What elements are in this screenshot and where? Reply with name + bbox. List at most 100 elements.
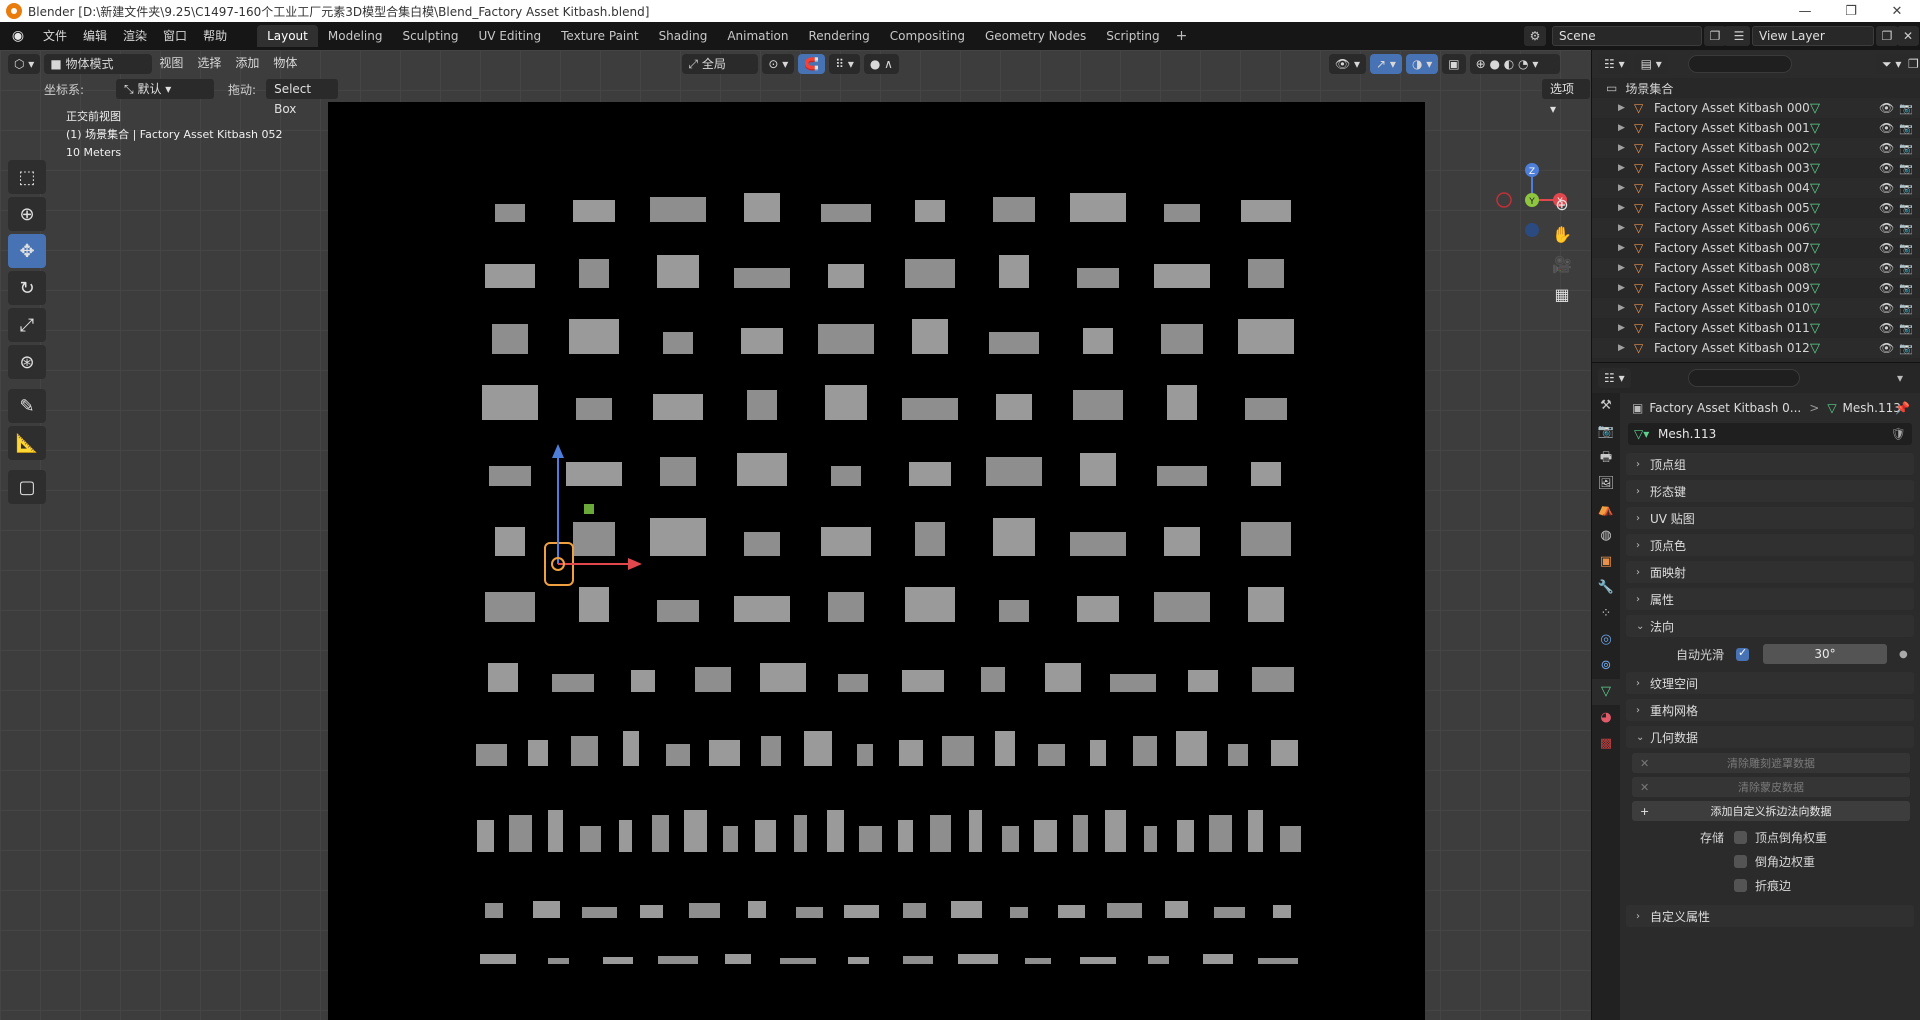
kitbash-asset[interactable] [623,731,640,766]
menu-window[interactable]: 窗口 [155,22,195,50]
kitbash-asset[interactable] [905,587,955,622]
kitbash-asset[interactable] [666,744,690,766]
kitbash-asset[interactable] [688,902,720,918]
kitbash-asset[interactable] [683,809,708,852]
view-layer-selector[interactable]: View Layer [1752,26,1874,46]
material-tab-icon[interactable]: ◕ [1592,705,1620,731]
object-name[interactable]: Factory Asset Kitbash 008 [1654,261,1810,275]
kitbash-asset[interactable] [569,319,619,354]
kitbash-asset[interactable] [1076,596,1120,622]
object-name[interactable]: Factory Asset Kitbash 010 [1654,301,1810,315]
kitbash-asset[interactable] [1010,907,1029,918]
mesh-data-icon[interactable]: ▽ [1810,281,1820,296]
camera-icon[interactable]: 📷 [1899,282,1913,295]
eye-icon[interactable]: 👁 [1879,321,1894,335]
object-name[interactable]: Factory Asset Kitbash 004 [1654,181,1810,195]
panel-vertex-groups[interactable]: › 顶点组 [1626,453,1914,475]
expand-arrow-icon[interactable]: ▶ [1618,223,1628,233]
kitbash-asset[interactable] [733,267,791,288]
move-gizmo[interactable] [518,442,658,572]
kitbash-asset[interactable] [659,457,697,486]
kitbash-asset[interactable] [1153,591,1211,622]
tab-geometry-nodes[interactable]: Geometry Nodes [975,25,1096,47]
kitbash-asset[interactable] [740,328,784,354]
kitbash-asset[interactable] [1257,958,1299,964]
expand-arrow-icon[interactable]: ▶ [1618,263,1628,273]
kitbash-asset[interactable] [837,674,869,692]
kitbash-asset[interactable] [1144,825,1157,852]
eye-icon[interactable]: 👁 [1879,201,1894,215]
mesh-data-icon[interactable]: ▽ [1810,121,1820,136]
kitbash-asset[interactable] [1241,200,1291,222]
auto-smooth-checkbox[interactable] [1736,646,1749,661]
kitbash-asset[interactable] [902,902,926,918]
snap-target-button[interactable]: ⠿ ▾ [829,53,860,74]
panel-texture-space[interactable]: › 纹理空间 [1626,672,1914,694]
kitbash-asset[interactable] [1213,907,1245,918]
camera-view-icon[interactable]: 🎥 [1549,252,1575,278]
kitbash-asset[interactable] [1001,825,1020,852]
kitbash-asset[interactable] [897,820,914,852]
camera-icon[interactable]: 📷 [1899,222,1913,235]
eye-icon[interactable]: 👁 [1879,161,1894,175]
properties-editor-type[interactable]: ☷ ▾ [1598,368,1631,388]
tab-sculpting[interactable]: Sculpting [392,25,468,47]
kitbash-asset[interactable] [1252,666,1294,692]
kitbash-asset[interactable] [1241,522,1291,556]
kitbash-asset[interactable] [1237,319,1295,354]
snap-toggle-button[interactable]: 🧲 [798,53,826,74]
shading-mode-buttons[interactable]: ⊕ ● ◐ ◔ ▾ [1469,53,1560,74]
mesh-data-icon[interactable]: ▽ [1810,241,1820,256]
kitbash-asset[interactable] [1175,731,1207,766]
kitbash-asset[interactable] [653,394,703,420]
gizmo-toggle-button[interactable]: ↗ ▾ [1370,53,1402,74]
kitbash-asset[interactable] [1202,954,1234,964]
menu-file[interactable]: 文件 [35,22,75,50]
kitbash-asset[interactable] [1072,815,1089,852]
kitbash-asset[interactable] [572,200,616,222]
kitbash-asset[interactable] [1147,955,1169,964]
kitbash-asset[interactable] [656,600,700,622]
ortho-toggle-icon[interactable]: ▦ [1549,282,1575,308]
kitbash-asset[interactable] [630,670,656,692]
object-name[interactable]: Factory Asset Kitbash 006 [1654,221,1810,235]
kitbash-asset[interactable] [1272,905,1291,918]
camera-icon[interactable]: 📷 [1899,142,1913,155]
camera-icon[interactable]: 📷 [1899,162,1913,175]
object-name[interactable]: Factory Asset Kitbash 003 [1654,161,1810,175]
object-name[interactable]: Factory Asset Kitbash 012 [1654,341,1810,355]
new-collection-button[interactable]: ❐ [1902,54,1920,74]
kitbash-asset[interactable] [581,907,617,918]
modifiers-tab-icon[interactable]: 🔧 [1592,575,1620,601]
object-name[interactable]: Factory Asset Kitbash 009 [1654,281,1810,295]
kitbash-asset[interactable] [1073,389,1123,420]
outliner-object-row[interactable]: ▶ ▽ Factory Asset Kitbash 004 ▽ 👁 📷 [1592,178,1920,198]
editor-type-button[interactable]: ⬡ ▾ [8,53,41,74]
kitbash-asset[interactable] [709,740,741,766]
outliner-editor-type[interactable]: ☷ ▾ [1598,54,1631,74]
kitbash-asset[interactable] [1227,744,1249,766]
scene-tab-icon[interactable]: ⛺ [1592,497,1620,523]
menu-render[interactable]: 渲染 [115,22,155,50]
kitbash-asset[interactable] [651,815,670,852]
mode-selector[interactable]: ■ 物体模式 [44,53,153,74]
pivot-point-button[interactable]: ⊙ ▾ [762,53,795,74]
camera-icon[interactable]: 📷 [1899,322,1913,335]
render-tab-icon[interactable]: 📷 [1592,419,1620,445]
outliner-object-row[interactable]: ▶ ▽ Factory Asset Kitbash 007 ▽ 👁 📷 [1592,238,1920,258]
kitbash-asset[interactable] [495,204,525,222]
kitbash-asset[interactable] [547,809,564,852]
kitbash-asset[interactable] [485,591,535,622]
tab-scripting[interactable]: Scripting [1096,25,1169,47]
add-custom-split-normals-button[interactable]: + 添加自定义拆边法向数据 [1632,801,1910,821]
kitbash-asset[interactable] [1165,900,1189,918]
kitbash-asset[interactable] [899,740,924,766]
measure-tool[interactable]: 📐 [8,426,46,460]
kitbash-asset[interactable] [649,517,707,556]
kitbash-asset[interactable] [1208,815,1233,852]
3d-viewport[interactable]: ⬡ ▾ ■ 物体模式 视图 选择 添加 物体 ⤢ 全局 ⊙ ▾ 🧲 ⠿ ▾ ● … [0,50,1591,1020]
camera-icon[interactable]: 📷 [1899,342,1913,355]
clear-skin-data-button[interactable]: ✕ 清除蒙皮数据 [1632,777,1910,797]
kitbash-asset[interactable] [1089,740,1107,766]
kitbash-asset[interactable] [575,398,613,420]
